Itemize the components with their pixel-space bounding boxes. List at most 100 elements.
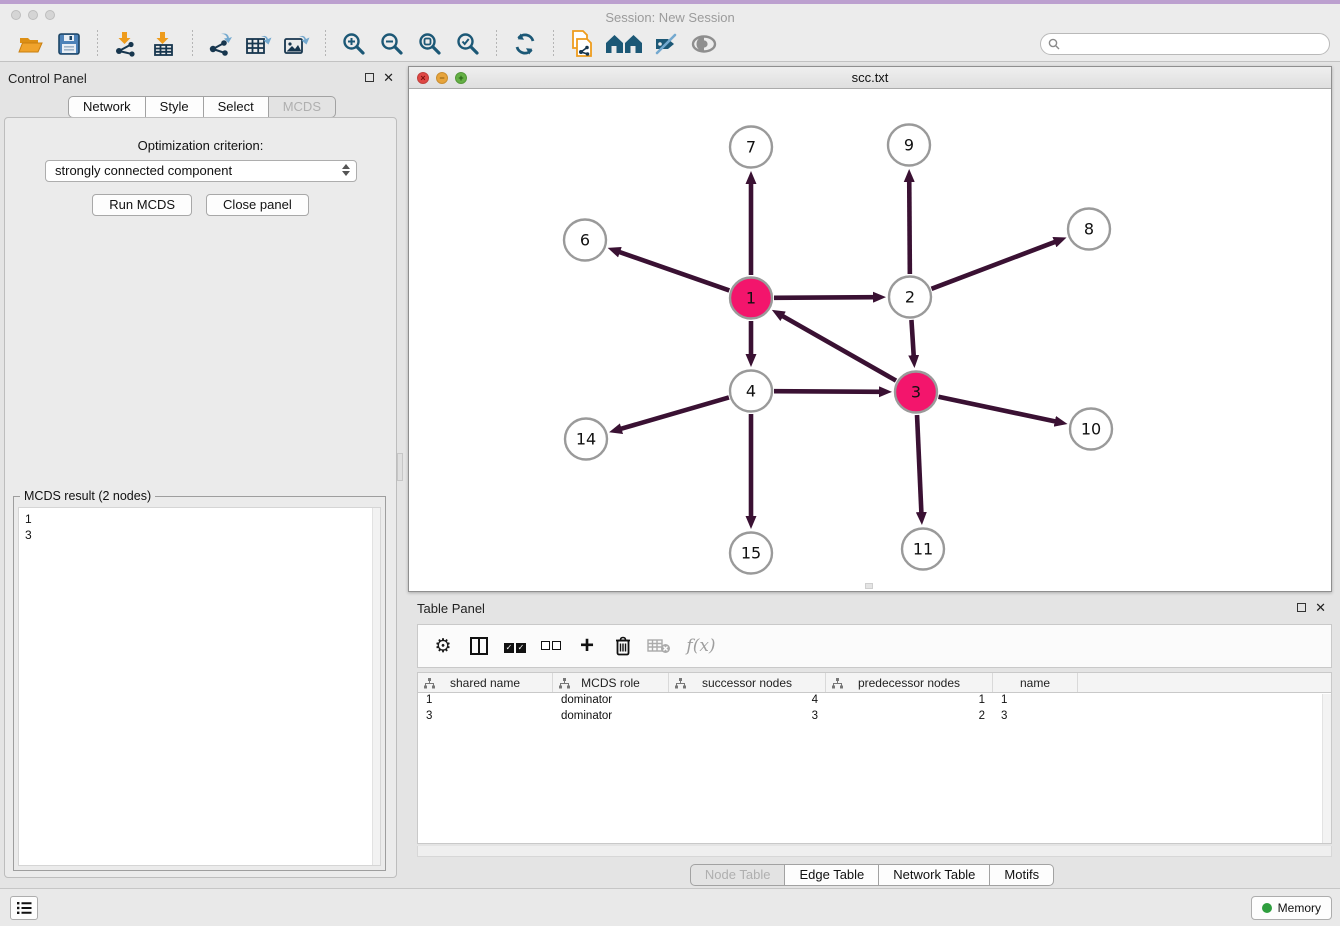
edge-3-10[interactable] xyxy=(939,397,1057,422)
run-mcds-button[interactable]: Run MCDS xyxy=(92,194,192,216)
import-table-button[interactable] xyxy=(148,28,180,60)
cell-shared-name[interactable]: 1 xyxy=(418,693,553,709)
cell-predecessor-nodes[interactable]: 2 xyxy=(826,709,993,725)
column-header-name[interactable]: name xyxy=(993,673,1078,692)
tab-motifs[interactable]: Motifs xyxy=(990,864,1054,886)
export-table-icon xyxy=(245,31,273,57)
memory-button[interactable]: Memory xyxy=(1251,896,1332,920)
export-network-button[interactable] xyxy=(205,28,237,60)
task-history-button[interactable] xyxy=(10,896,38,920)
hide-labels-button[interactable] xyxy=(650,28,682,60)
cell-successor-nodes[interactable]: 4 xyxy=(669,693,826,709)
edge-1-2[interactable] xyxy=(774,297,875,298)
deselect-all-columns-button[interactable] xyxy=(536,631,566,661)
node-4[interactable]: 4 xyxy=(730,371,772,412)
function-builder-button[interactable]: f(x) xyxy=(680,631,722,661)
criterion-dropdown[interactable]: strongly connected component xyxy=(45,160,357,182)
tab-mcds[interactable]: MCDS xyxy=(269,96,336,118)
edge-2-9[interactable] xyxy=(909,180,910,274)
column-header-successor-nodes[interactable]: successor nodes xyxy=(669,673,826,692)
node-2[interactable]: 2 xyxy=(889,277,931,318)
tab-select[interactable]: Select xyxy=(204,96,269,118)
zoom-selected-button[interactable] xyxy=(452,28,484,60)
import-network-button[interactable] xyxy=(110,28,142,60)
node-label: 10 xyxy=(1081,420,1101,439)
mcds-result-area[interactable]: 1 3 xyxy=(18,507,381,866)
delete-table-button[interactable] xyxy=(644,631,674,661)
edge-4-3[interactable] xyxy=(774,391,881,392)
float-panel-icon[interactable] xyxy=(365,73,374,82)
close-panel-icon[interactable]: ✕ xyxy=(383,70,394,86)
edge-2-3[interactable] xyxy=(911,320,913,357)
control-panel-title: Control Panel xyxy=(8,71,87,86)
network-window-titlebar[interactable]: × − + scc.txt xyxy=(409,67,1331,89)
cell-mcds-role[interactable]: dominator xyxy=(553,693,669,709)
node-6[interactable]: 6 xyxy=(564,220,606,261)
save-session-button[interactable] xyxy=(53,28,85,60)
cell-name[interactable]: 3 xyxy=(993,709,1078,725)
add-column-button[interactable]: + xyxy=(572,631,602,661)
node-11[interactable]: 11 xyxy=(902,529,944,570)
tab-network-table[interactable]: Network Table xyxy=(879,864,990,886)
cell-mcds-role[interactable]: dominator xyxy=(553,709,669,725)
session-title: Session: New Session xyxy=(0,8,1340,28)
node-15[interactable]: 15 xyxy=(730,533,772,574)
float-table-panel-icon[interactable] xyxy=(1297,603,1306,612)
mcds-result-text: 1 3 xyxy=(25,511,32,543)
network-resize-grip[interactable] xyxy=(865,583,873,589)
edge-2-8[interactable] xyxy=(932,241,1057,288)
open-session-button[interactable] xyxy=(15,28,47,60)
edge-4-14[interactable] xyxy=(620,397,729,429)
status-bar: Memory xyxy=(0,888,1340,926)
table-settings-button[interactable]: ⚙ xyxy=(428,631,458,661)
tab-style[interactable]: Style xyxy=(146,96,204,118)
zoom-fit-button[interactable] xyxy=(414,28,446,60)
toggle-column-panel-button[interactable] xyxy=(464,631,494,661)
export-image-button[interactable] xyxy=(281,28,313,60)
new-network-from-selection-button[interactable] xyxy=(566,28,598,60)
node-1[interactable]: 1 xyxy=(730,278,772,319)
table-scrollbar[interactable] xyxy=(1322,694,1331,843)
zoom-out-button[interactable] xyxy=(376,28,408,60)
search-input[interactable] xyxy=(1040,33,1330,55)
cell-shared-name[interactable]: 3 xyxy=(418,709,553,725)
column-header-mcds-role[interactable]: MCDS role xyxy=(553,673,669,692)
node-7[interactable]: 7 xyxy=(730,127,772,168)
cell-predecessor-nodes[interactable]: 1 xyxy=(826,693,993,709)
zoom-in-button[interactable] xyxy=(338,28,370,60)
optimization-criterion-label: Optimization criterion: xyxy=(5,138,396,153)
node-14[interactable]: 14 xyxy=(565,419,607,460)
app-titlebar[interactable]: Session: New Session xyxy=(0,4,1340,26)
export-network-icon xyxy=(207,31,235,57)
select-all-columns-button[interactable]: ✓✓ xyxy=(500,631,530,661)
node-8[interactable]: 8 xyxy=(1068,209,1110,250)
column-header-shared-name[interactable]: shared name xyxy=(418,673,553,692)
node-3[interactable]: 3 xyxy=(895,372,937,413)
table-hscroll-track[interactable] xyxy=(417,846,1332,857)
apply-layout-button[interactable] xyxy=(509,28,541,60)
main-toolbar xyxy=(0,26,1340,62)
edge-3-1[interactable] xyxy=(781,315,896,380)
edge-3-11[interactable] xyxy=(917,415,921,514)
node-10[interactable]: 10 xyxy=(1070,409,1112,450)
table-row[interactable]: 1dominator411 xyxy=(418,693,1331,709)
toolbar-separator xyxy=(325,30,326,58)
cell-successor-nodes[interactable]: 3 xyxy=(669,709,826,725)
cell-name[interactable]: 1 xyxy=(993,693,1078,709)
edge-1-6[interactable] xyxy=(618,252,729,291)
close-panel-button[interactable]: Close panel xyxy=(206,194,309,216)
table-row[interactable]: 3dominator323 xyxy=(418,709,1331,725)
network-canvas[interactable]: 1 2 3 4 6 7 8 9 10 11 14 15 xyxy=(409,89,1331,592)
tab-network[interactable]: Network xyxy=(68,96,146,118)
tab-node-table[interactable]: Node Table xyxy=(690,864,786,886)
column-header-predecessor-nodes[interactable]: predecessor nodes xyxy=(826,673,993,692)
export-table-button[interactable] xyxy=(243,28,275,60)
delete-column-button[interactable] xyxy=(608,631,638,661)
panel-splitter-grip[interactable] xyxy=(397,453,403,481)
first-neighbors-button[interactable] xyxy=(604,28,644,60)
result-scrollbar[interactable] xyxy=(372,508,380,865)
close-table-panel-icon[interactable]: ✕ xyxy=(1315,600,1326,616)
node-9[interactable]: 9 xyxy=(888,125,930,166)
tab-edge-table[interactable]: Edge Table xyxy=(785,864,879,886)
show-graphics-details-button[interactable] xyxy=(688,28,720,60)
